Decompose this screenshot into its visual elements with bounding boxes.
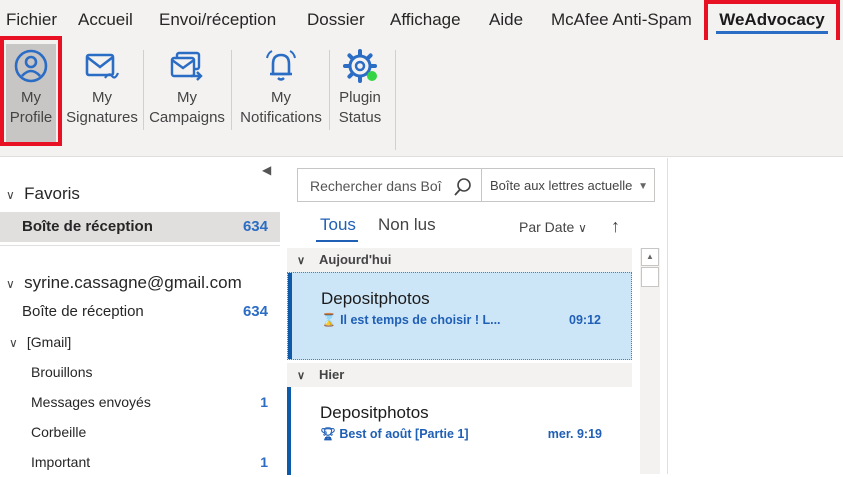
folder-inbox[interactable]: Boîte de réception 634 <box>0 297 280 327</box>
plugin-status-label-1: Plugin <box>339 89 381 106</box>
plugin-status-label-2: Status <box>338 109 382 126</box>
ribbon-group-separator <box>395 50 396 150</box>
message-item[interactable]: Depositphotos ⌛ Il est temps de choisir … <box>287 272 632 360</box>
search-input[interactable]: Rechercher dans Boî <box>297 168 482 202</box>
folder-drafts[interactable]: Brouillons <box>0 357 280 387</box>
folder-label: [Gmail] <box>26 334 72 350</box>
unread-indicator <box>288 273 292 359</box>
chevron-down-icon: ∨ <box>297 255 306 267</box>
my-notifications-label-2: Notifications <box>240 109 322 126</box>
hourglass-icon: ⌛ <box>321 313 337 327</box>
my-signatures-label-1: My <box>92 89 112 106</box>
folder-label: Boîte de réception <box>22 218 153 235</box>
favorites-label: Favoris <box>24 184 80 203</box>
search-scope-value: Boîte aux lettres actuelle <box>490 178 633 193</box>
folder-important[interactable]: Important 1 <box>0 447 280 477</box>
unread-indicator <box>287 387 291 475</box>
ribbon-separator <box>143 50 144 130</box>
chevron-down-icon: ∨ <box>9 336 18 350</box>
folder-label: Important <box>31 454 91 470</box>
filter-tab-all[interactable]: Tous <box>320 215 356 235</box>
highlight-box-my-profile <box>0 36 62 146</box>
group-label: Hier <box>319 367 345 382</box>
ribbon-separator <box>231 50 232 130</box>
chevron-down-icon: ∨ <box>578 221 587 235</box>
unread-count: 634 <box>242 303 268 320</box>
sort-by-dropdown[interactable]: Par Date ∨ <box>519 219 587 235</box>
chevron-down-icon: ∨ <box>6 277 15 291</box>
favorites-header[interactable]: ∨ Favoris <box>6 179 286 209</box>
folder-favorites-inbox[interactable]: Boîte de réception 634 <box>0 212 280 242</box>
message-sender: Depositphotos <box>320 403 429 422</box>
tab-accueil[interactable]: Accueil <box>78 0 133 40</box>
scroll-up-icon[interactable]: ▲ <box>641 248 659 266</box>
my-campaigns-label-2: Campaigns <box>149 109 225 126</box>
message-list-scrollbar[interactable]: ▲ <box>640 248 660 474</box>
folder-label: Messages envoyés <box>31 394 151 410</box>
unread-count: 1 <box>260 394 268 410</box>
tab-fichier[interactable]: Fichier <box>6 0 57 40</box>
scrollbar-thumb[interactable] <box>641 267 659 287</box>
tab-mcafee-anti-spam[interactable]: McAfee Anti-Spam <box>551 0 692 40</box>
tab-envoi-reception[interactable]: Envoi/réception <box>159 0 276 40</box>
message-time: 09:12 <box>569 313 601 327</box>
unread-count: 1 <box>260 454 268 470</box>
tab-affichage[interactable]: Affichage <box>390 0 461 40</box>
message-item[interactable]: Depositphotos 🏆︎ Best of août [Partie 1]… <box>287 387 632 475</box>
folder-label: Brouillons <box>31 364 93 380</box>
group-label: Aujourd'hui <box>319 252 392 267</box>
folder-trash[interactable]: Corbeille <box>0 417 280 447</box>
sort-direction-arrow-icon[interactable]: ↑ <box>611 216 620 237</box>
group-header-yesterday[interactable]: ∨ Hier <box>287 363 632 387</box>
search-icon[interactable] <box>453 177 473 197</box>
message-subject: Best of août [Partie 1] <box>339 427 469 441</box>
account-email: syrine.cassagne@gmail.com <box>24 273 242 292</box>
trophy-icon: 🏆︎ <box>320 427 336 441</box>
account-header[interactable]: ∨ syrine.cassagne@gmail.com <box>6 268 286 298</box>
folder-gmail[interactable]: ∨ [Gmail] <box>0 327 280 357</box>
collapse-pane-icon[interactable]: ◀ <box>262 163 271 177</box>
my-signatures-button[interactable]: My Signatures <box>66 44 138 144</box>
envelope-signature-icon <box>66 44 138 88</box>
tab-aide[interactable]: Aide <box>489 0 523 40</box>
group-header-today[interactable]: ∨ Aujourd'hui <box>287 248 632 272</box>
active-filter-indicator <box>316 240 358 242</box>
sort-label: Par Date <box>519 219 575 235</box>
message-time: mer. 9:19 <box>547 427 602 441</box>
search-scope-dropdown[interactable]: Boîte aux lettres actuelle ▼ <box>482 168 655 202</box>
gear-status-icon <box>333 44 387 88</box>
unread-count: 634 <box>242 218 268 235</box>
search-placeholder: Rechercher dans Boî <box>310 178 442 194</box>
folder-label: Corbeille <box>31 424 87 440</box>
my-notifications-label-1: My <box>271 89 291 106</box>
chevron-down-icon: ∨ <box>297 370 306 382</box>
folder-divider <box>0 245 280 246</box>
dropdown-arrow-icon: ▼ <box>638 181 648 192</box>
my-notifications-button[interactable]: My Notifications <box>236 44 326 144</box>
ribbon-separator <box>329 50 330 130</box>
my-campaigns-button[interactable]: My Campaigns <box>148 44 226 144</box>
message-subject: Il est temps de choisir ! L... <box>340 313 501 327</box>
reading-pane <box>667 158 843 474</box>
tab-dossier[interactable]: Dossier <box>307 0 365 40</box>
bell-icon <box>236 44 326 88</box>
folder-label: Boîte de réception <box>22 303 144 320</box>
filter-tab-unread[interactable]: Non lus <box>378 215 436 235</box>
chevron-down-icon: ∨ <box>6 188 15 202</box>
message-sender: Depositphotos <box>321 289 430 308</box>
plugin-status-button[interactable]: Plugin Status <box>333 44 387 144</box>
envelope-send-icon <box>148 44 226 88</box>
my-signatures-label-2: Signatures <box>66 109 138 126</box>
folder-sent[interactable]: Messages envoyés 1 <box>0 387 280 417</box>
my-campaigns-label-1: My <box>177 89 197 106</box>
